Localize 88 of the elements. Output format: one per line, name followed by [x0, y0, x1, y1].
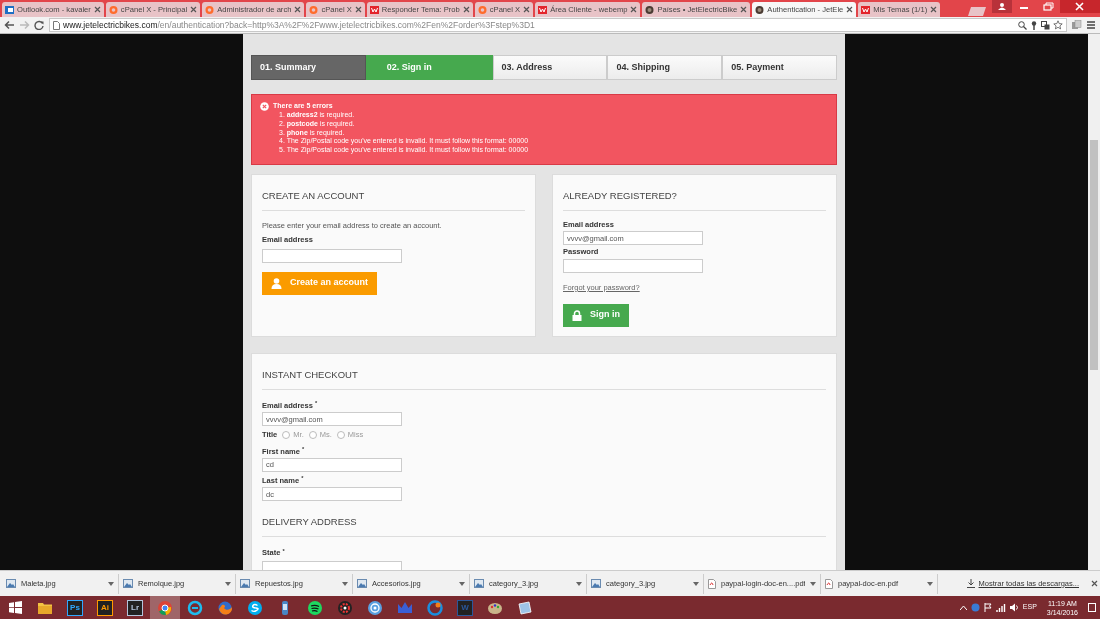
pdf-file-icon — [708, 578, 716, 589]
section-heading: INSTANT CHECKOUT — [262, 368, 826, 391]
fox-globe-icon[interactable] — [217, 599, 233, 616]
radio-icon[interactable] — [282, 431, 291, 440]
close-icon[interactable] — [354, 6, 362, 13]
w-logo-icon — [369, 4, 379, 15]
swirl-icon[interactable] — [427, 599, 443, 616]
image-file-icon — [357, 579, 367, 588]
section-heading: ALREADY REGISTERED? — [563, 189, 826, 212]
app-icon[interactable]: Ai — [97, 599, 113, 616]
caret-icon[interactable] — [693, 581, 699, 586]
close-icon[interactable] — [523, 6, 531, 13]
translate-icon[interactable] — [1041, 20, 1050, 30]
lock-icon — [572, 309, 582, 321]
close-icon[interactable] — [630, 6, 638, 13]
section-heading: DELIVERY ADDRESS — [262, 515, 826, 538]
image-file-icon — [474, 579, 484, 588]
app-icon[interactable]: Lr — [127, 599, 143, 616]
browser-e-icon[interactable] — [187, 599, 203, 616]
page-icon — [53, 20, 60, 30]
password-field[interactable] — [563, 258, 703, 273]
checkout-step[interactable]: 03. Address — [492, 55, 608, 80]
caret-icon[interactable] — [108, 581, 114, 586]
notification-icon[interactable] — [1088, 603, 1096, 612]
flag-icon[interactable] — [983, 603, 992, 612]
cpanel-icon — [309, 4, 319, 15]
user-icon — [271, 277, 282, 289]
close-icon[interactable] — [846, 6, 854, 13]
chevron-up-icon[interactable] — [959, 605, 967, 610]
image-file-icon — [123, 579, 133, 588]
user-icon[interactable] — [992, 0, 1012, 13]
signal-icon[interactable] — [995, 603, 1006, 612]
close-icon[interactable] — [462, 6, 470, 13]
close-icon[interactable] — [93, 6, 101, 13]
download-icon — [966, 579, 975, 588]
checkout-step[interactable]: 05. Payment — [722, 55, 837, 80]
section-heading: CREATE AN ACCOUNT — [262, 189, 525, 212]
key-icon[interactable] — [1030, 20, 1038, 30]
address-bar[interactable]: www.jetelectricbikes.com/en/authentication?back=http%3A%2F%2Fwww.jetelectricbikes.com%2Fen%2Forder%3Fstep%3D1 — [49, 18, 1067, 32]
back-icon[interactable] — [4, 20, 15, 30]
radio-icon[interactable] — [336, 431, 345, 440]
cpanel-icon — [477, 4, 487, 15]
close-icon[interactable] — [740, 6, 748, 13]
w-logo-icon — [861, 4, 871, 15]
caret-icon[interactable] — [225, 581, 231, 586]
close-icon[interactable] — [930, 6, 938, 13]
gear-icon[interactable] — [337, 599, 353, 616]
new-tab-icon[interactable] — [966, 6, 988, 17]
close-icon[interactable] — [1060, 0, 1100, 13]
caret-icon[interactable] — [810, 581, 816, 586]
target-icon[interactable] — [367, 599, 383, 616]
extension-icon[interactable] — [1071, 20, 1082, 30]
site-icon — [755, 4, 765, 15]
pdf-file-icon — [825, 578, 833, 589]
caret-icon[interactable] — [342, 581, 348, 586]
cpanel-icon — [205, 4, 215, 15]
mail-icon — [5, 4, 14, 15]
scrollbar-thumb[interactable] — [1090, 140, 1098, 370]
close-icon[interactable] — [1091, 580, 1098, 587]
email-field[interactable] — [262, 248, 402, 263]
close-icon[interactable] — [294, 6, 302, 13]
star-icon[interactable] — [1053, 20, 1063, 30]
window-icon[interactable] — [517, 599, 533, 616]
menu-icon[interactable] — [1086, 20, 1096, 30]
checkout-step[interactable]: 04. Shipping — [607, 55, 723, 80]
chrome-icon[interactable] — [157, 599, 173, 616]
reload-icon[interactable] — [34, 20, 45, 30]
url-text: www.jetelectricbikes.com/en/authentication?back=http%3A%2F%2Fwww.jetelectricbikes.com%2Fen%2Forder%3Fstep%3D1 — [63, 19, 535, 31]
start-icon[interactable] — [8, 601, 22, 614]
image-file-icon — [591, 579, 601, 588]
w-logo-icon — [538, 4, 548, 15]
caret-icon[interactable] — [927, 581, 933, 586]
skype-icon[interactable] — [247, 599, 263, 616]
app-icon[interactable]: Ps — [67, 599, 83, 616]
zoom-icon[interactable] — [1018, 20, 1027, 30]
scrollbar[interactable] — [1088, 34, 1100, 570]
radio-icon[interactable] — [308, 431, 317, 440]
image-file-icon — [6, 579, 16, 588]
caret-icon[interactable] — [576, 581, 582, 586]
cpanel-icon — [108, 4, 118, 15]
checkout-step[interactable]: 01. Summary — [251, 55, 366, 80]
error-icon — [260, 102, 269, 111]
image-file-icon — [240, 579, 250, 588]
volume-icon[interactable] — [1009, 603, 1019, 612]
caret-icon[interactable] — [459, 581, 465, 586]
site-icon — [645, 4, 655, 15]
spotify-icon[interactable] — [307, 599, 323, 616]
close-icon[interactable] — [190, 6, 198, 13]
